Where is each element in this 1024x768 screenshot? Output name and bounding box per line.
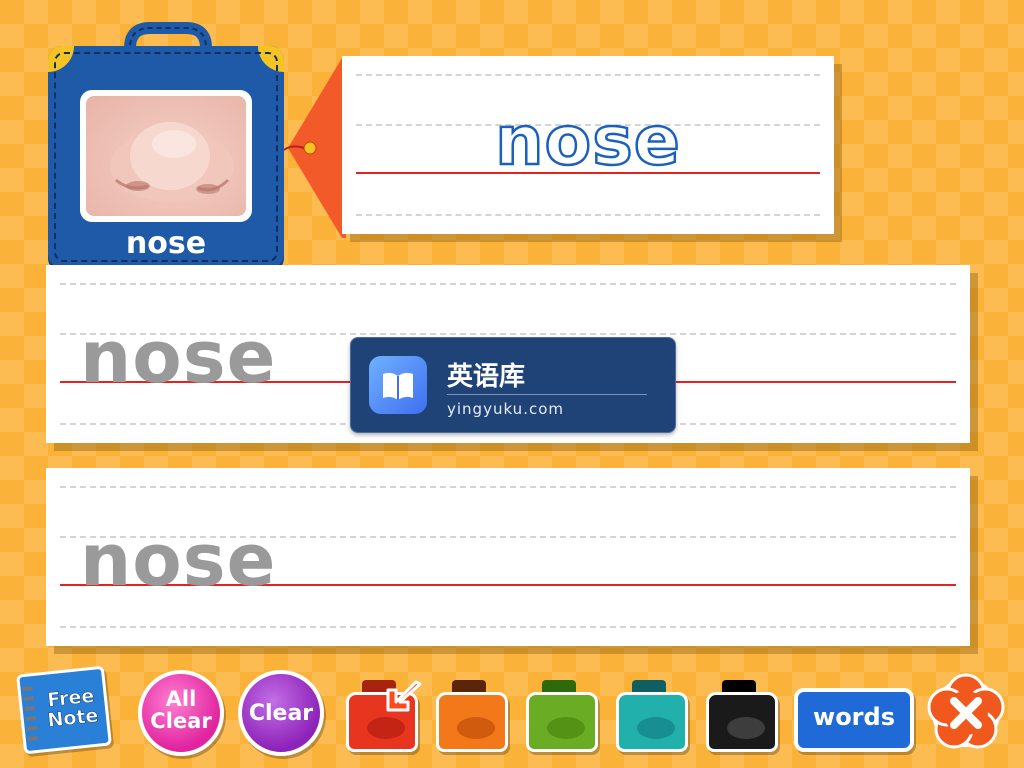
trace-word: nose (80, 315, 277, 399)
ink-bottle (706, 692, 778, 752)
all-clear-label-1: All (165, 687, 197, 711)
clear-button[interactable]: Clear (238, 670, 324, 756)
all-clear-label-2: Clear (150, 709, 212, 733)
ink-bottle (526, 692, 598, 752)
watermark-site: yingyuku.com (447, 400, 564, 418)
ink-teal-button[interactable] (612, 680, 688, 752)
watermark-divider (447, 394, 647, 395)
ink-brown-button[interactable] (432, 680, 508, 752)
guide-line-top (60, 283, 956, 285)
ink-label (727, 717, 765, 739)
word-tag (284, 58, 346, 238)
ink-black-button[interactable] (702, 680, 778, 752)
words-label: words (813, 703, 895, 731)
ink-label (547, 717, 585, 739)
close-icon[interactable] (918, 668, 1014, 758)
photo-frame (80, 90, 252, 222)
ink-label (637, 717, 675, 739)
word-picture-card: nose (48, 20, 286, 268)
clear-label: Clear (248, 701, 314, 726)
guide-line-bottom (356, 214, 820, 216)
watermark-banner: 英语库 yingyuku.com (350, 337, 676, 433)
card-body: nose (48, 46, 284, 268)
nose-illustration (110, 122, 234, 202)
ink-bottle (436, 692, 508, 752)
tracing-paper[interactable]: nose (46, 468, 970, 646)
nose-photo (86, 96, 246, 216)
words-button[interactable]: words (794, 688, 914, 752)
ink-green-button[interactable] (522, 680, 598, 752)
model-word-paper: nose (342, 56, 834, 234)
guide-line-top (60, 486, 956, 488)
selected-arrow-icon (386, 680, 422, 712)
guide-line-bottom (60, 626, 956, 628)
watermark-title: 英语库 (447, 362, 526, 392)
free-note-button[interactable]: Free Note (12, 665, 112, 755)
model-word: nose (494, 101, 681, 183)
word-card-label: nose (125, 226, 207, 261)
ink-label (457, 717, 495, 739)
book-icon (369, 356, 427, 414)
trace-word: nose (80, 518, 277, 602)
all-clear-button[interactable]: All Clear (138, 670, 224, 756)
ink-label (367, 717, 405, 739)
guide-line-top (356, 74, 820, 76)
ink-bottle (616, 692, 688, 752)
notebook-icon: Free Note (16, 665, 112, 755)
